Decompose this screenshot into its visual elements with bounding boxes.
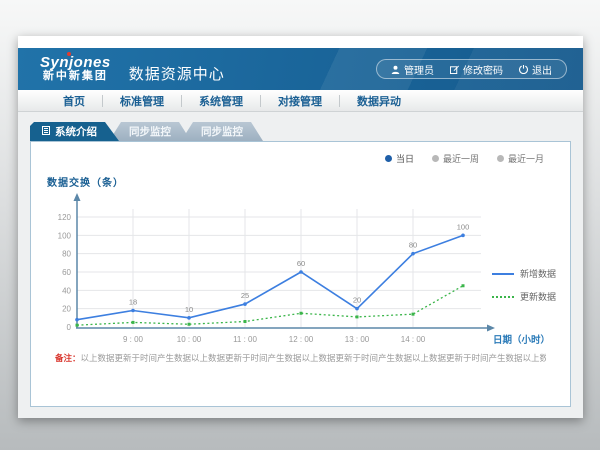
nav-item-standard-mgmt[interactable]: 标准管理 (103, 93, 181, 109)
nav-item-data-change[interactable]: 数据异动 (340, 93, 418, 109)
svg-text:60: 60 (297, 259, 305, 268)
tab-label: 系统介绍 (55, 124, 97, 139)
chart-area: 0 20 40 60 80 100 120 9 : 00 10 : 00 11 : 00 12 : … (41, 189, 560, 362)
radio-label: 最近一月 (508, 152, 544, 165)
current-user-button[interactable]: 管理员 (391, 62, 434, 77)
page-top-strip (18, 36, 583, 48)
svg-text:20: 20 (62, 305, 71, 314)
tab-sync-monitor-2[interactable]: 同步监控 (181, 122, 263, 141)
app-header: Synjones 新中新集团 数据资源中心 管理员 修改密码 退出 (18, 48, 583, 90)
logout-label: 退出 (532, 62, 552, 77)
tab-sync-monitor-1[interactable]: 同步监控 (109, 122, 191, 141)
svg-text:100: 100 (457, 222, 470, 231)
svg-text:100: 100 (58, 231, 72, 240)
svg-text:10: 10 (185, 305, 193, 314)
svg-text:9 : 00: 9 : 00 (123, 335, 144, 344)
svg-text:11 : 00: 11 : 00 (233, 335, 257, 344)
radio-last-month[interactable]: 最近一月 (497, 152, 544, 165)
footnote: 备注：以上数据更新于时间产生数据以上数据更新于时间产生数据以上数据更新于时间产生… (55, 352, 546, 364)
main-nav: 首页 标准管理 系统管理 对接管理 数据异动 (18, 90, 583, 112)
nav-item-system-mgmt[interactable]: 系统管理 (182, 93, 260, 109)
page-title: 数据资源中心 (129, 63, 225, 84)
tab-bar: 系统介绍 同步监控 同步监控 (30, 122, 583, 141)
user-label: 管理员 (404, 62, 434, 77)
radio-today[interactable]: 当日 (385, 152, 414, 165)
svg-text:13 : 00: 13 : 00 (345, 335, 370, 344)
footnote-prefix: 备注： (55, 353, 81, 363)
tab-system-intro[interactable]: 系统介绍 (30, 122, 119, 141)
svg-text:0: 0 (67, 323, 72, 332)
radio-icon (497, 155, 504, 162)
logo-text: Synjones (40, 55, 111, 71)
logout-icon (519, 65, 528, 74)
svg-text:12 : 00: 12 : 00 (289, 335, 314, 344)
svg-text:25: 25 (241, 291, 249, 300)
footnote-text: 以上数据更新于时间产生数据以上数据更新于时间产生数据以上数据更新于时间产生数据以… (81, 353, 546, 363)
edit-icon (450, 65, 459, 74)
svg-text:120: 120 (58, 213, 72, 222)
page: Synjones 新中新集团 数据资源中心 管理员 修改密码 退出 首页 标准管… (18, 36, 583, 418)
chart-y-axis-title: 数据交换（条） (47, 174, 560, 189)
time-range-filter: 当日 最近一周 最近一月 (385, 152, 544, 165)
tab-label: 同步监控 (201, 124, 243, 139)
legend-item-updated-data[interactable]: 更新数据 (492, 290, 556, 303)
user-icon (391, 65, 400, 74)
dotted-line-icon (492, 296, 514, 298)
svg-text:14 : 00: 14 : 00 (401, 335, 426, 344)
radio-label: 当日 (396, 152, 414, 165)
radio-icon (432, 155, 439, 162)
legend-item-new-data[interactable]: 新增数据 (492, 267, 556, 280)
brand-logo: Synjones 新中新集团 (40, 55, 111, 82)
svg-text:40: 40 (62, 286, 71, 295)
radio-label: 最近一周 (443, 152, 479, 165)
svg-text:10 : 00: 10 : 00 (177, 335, 202, 344)
chart-panel: 当日 最近一周 最近一月 数据交换（条） 0 20 40 60 80 100 120 9 : … (30, 141, 571, 407)
svg-text:60: 60 (62, 268, 71, 277)
document-icon (42, 126, 50, 138)
legend-label: 新增数据 (520, 267, 556, 280)
line-chart: 0 20 40 60 80 100 120 9 : 00 10 : 00 11 : 00 12 : … (41, 189, 546, 357)
content-area: 系统介绍 同步监控 同步监控 当日 最近一周 (18, 112, 583, 418)
user-bar: 管理员 修改密码 退出 (376, 59, 567, 79)
tab-label: 同步监控 (129, 124, 171, 139)
nav-item-home[interactable]: 首页 (46, 93, 102, 109)
nav-item-docking-mgmt[interactable]: 对接管理 (261, 93, 339, 109)
solid-line-icon (492, 273, 514, 275)
chart-legend: 新增数据 更新数据 (492, 267, 556, 303)
svg-text:18: 18 (129, 298, 137, 307)
svg-text:20: 20 (353, 296, 361, 305)
logout-button[interactable]: 退出 (519, 62, 552, 77)
change-password-button[interactable]: 修改密码 (450, 62, 503, 77)
change-password-label: 修改密码 (463, 62, 503, 77)
svg-text:日期（小时）: 日期（小时） (493, 334, 546, 346)
svg-text:80: 80 (409, 241, 417, 250)
radio-last-week[interactable]: 最近一周 (432, 152, 479, 165)
logo-subtext: 新中新集团 (40, 71, 111, 83)
legend-label: 更新数据 (520, 290, 556, 303)
radio-icon (385, 155, 392, 162)
svg-text:80: 80 (62, 250, 71, 259)
